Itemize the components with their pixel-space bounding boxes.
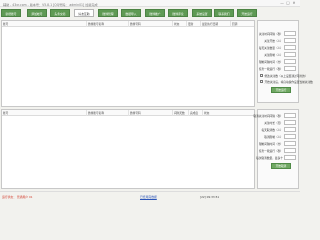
follow-start-input[interactable] bbox=[284, 38, 296, 43]
checkbox-row[interactable]: 修改关注数（以上设置通过可用的） bbox=[260, 73, 308, 78]
unfollow-limit-input[interactable] bbox=[284, 134, 296, 139]
column-header[interactable]: 账号 bbox=[3, 22, 8, 26]
checkbox-label: 修改关注数（以上设置通过可用的） bbox=[264, 74, 308, 78]
setting-row: 任务一轮运行（秒） bbox=[258, 148, 296, 153]
setting-label: 每天关注数量（人） bbox=[258, 46, 283, 50]
limit-interval-input[interactable] bbox=[284, 59, 296, 64]
setting-row: 关注时间间隔（秒） bbox=[258, 31, 296, 36]
tab-friend-help[interactable]: 好友互助 bbox=[74, 9, 94, 17]
tab-weibo-manage[interactable]: 微博管理 bbox=[98, 9, 118, 17]
follow-limit-input[interactable] bbox=[284, 52, 296, 57]
setting-row: 关注限制（人） bbox=[260, 52, 296, 57]
setting-label: 取消关注时间间隔（秒） bbox=[253, 114, 283, 118]
start-follow-button[interactable]: 开始运行 bbox=[271, 87, 291, 93]
unfollow-interval-input[interactable] bbox=[284, 113, 296, 118]
close-icon[interactable]: ✕ bbox=[292, 1, 296, 6]
tab-weibo-promote[interactable]: 微博推广 bbox=[145, 9, 165, 17]
setting-label: 关注开始（人） bbox=[264, 39, 283, 43]
setting-label: 关注限制（人） bbox=[264, 53, 283, 57]
setting-label: 关注时间间隔（秒） bbox=[258, 32, 283, 36]
column-header[interactable]: 状态 bbox=[174, 22, 179, 26]
setting-row: 关注开始（人） bbox=[260, 38, 296, 43]
table-header: 账号 微博账号名称 微博号码 间隔天数 完成度 状态 bbox=[2, 110, 254, 116]
setting-row: 任务一轮运行（秒） bbox=[258, 66, 296, 71]
follow-list-table[interactable]: 账号 微博账号名称 微博号码 状态 更新 最近执行日期 回调 bbox=[1, 20, 255, 107]
checkbox[interactable] bbox=[260, 74, 263, 77]
table-header: 账号 微博账号名称 微博号码 状态 更新 最近执行日期 回调 bbox=[2, 21, 254, 27]
status-text: 运行状态： 普通用户 01 bbox=[2, 194, 33, 199]
column-header[interactable]: 完成度 bbox=[190, 111, 198, 115]
setting-row: 取消限制（人） bbox=[260, 134, 296, 139]
status-bar: 运行状态： 普通用户 01 已经用完数据 [22] 09:33:51 bbox=[0, 191, 300, 200]
checkbox[interactable] bbox=[260, 80, 263, 83]
round-interval-input[interactable] bbox=[284, 148, 296, 153]
setting-label: 取消限制（人） bbox=[264, 135, 283, 139]
column-header[interactable]: 账号 bbox=[3, 111, 8, 115]
tab-weibo-comment[interactable]: 微博评论 bbox=[168, 9, 188, 17]
tab-start-run[interactable]: 开始运行 bbox=[237, 9, 257, 17]
setting-row: 每天取消数（人） bbox=[260, 127, 296, 132]
title-bar: 辅助 - 43xr.com - 版本号：V5.8.1 [QQ号码： admin0… bbox=[0, 0, 300, 7]
column-header[interactable]: 微博号码 bbox=[130, 111, 141, 115]
follow-interval-input[interactable] bbox=[284, 31, 296, 36]
daily-unfollow-input[interactable] bbox=[284, 127, 296, 132]
checkbox-row[interactable]: 开始关注后，将自动操作设置当前关注数 bbox=[260, 79, 313, 84]
tab-contact[interactable]: 联系我们 bbox=[214, 9, 234, 17]
unfollow-list-table[interactable]: 账号 微博账号名称 微博号码 间隔天数 完成度 状态 bbox=[1, 109, 255, 189]
setting-label: 限制间隔时间（分） bbox=[258, 142, 283, 146]
tab-system-settings[interactable]: 系统设置 bbox=[192, 9, 212, 17]
maximize-icon[interactable]: □ bbox=[286, 1, 290, 6]
unfollow-settings-panel: 取消关注时间间隔（秒） 关注时长（天） 每天取消数（人） 取消限制（人） 限制间… bbox=[253, 109, 299, 189]
tab-headline-trade[interactable]: 头条交易 bbox=[50, 9, 70, 17]
follow-days-input[interactable] bbox=[284, 120, 296, 125]
checkbox-label: 开始关注后，将自动操作设置当前关注数 bbox=[264, 80, 313, 84]
setting-label: 关注时长（天） bbox=[264, 121, 283, 125]
column-header[interactable]: 更新 bbox=[188, 22, 193, 26]
setting-row: 取消关注时间间隔（秒） bbox=[253, 113, 296, 118]
setting-row: 关注时长（天） bbox=[260, 120, 296, 125]
daily-follow-input[interactable] bbox=[284, 45, 296, 50]
follow-settings-panel: 关注时间间隔（秒） 关注开始（人） 每天关注数量（人） 关注限制（人） 限制间隔… bbox=[257, 20, 313, 103]
column-header[interactable]: 微博账号名称 bbox=[88, 22, 104, 26]
column-header[interactable]: 状态 bbox=[204, 111, 209, 115]
column-header[interactable]: 微博号码 bbox=[130, 22, 141, 26]
column-header[interactable]: 间隔天数 bbox=[174, 111, 185, 115]
status-clock: [22] 09:33:51 bbox=[200, 194, 220, 199]
tab-add-account[interactable]: 新增账号 bbox=[1, 9, 21, 17]
setting-row: 每天关注数量（人） bbox=[258, 45, 296, 50]
limit-interval-input[interactable] bbox=[284, 141, 296, 146]
setting-row: 每次取消数量，最多十 bbox=[256, 155, 296, 160]
setting-label: 任务一轮运行（秒） bbox=[258, 149, 283, 153]
setting-label: 每次取消数量，最多十 bbox=[256, 156, 283, 160]
tab-add-account-2[interactable]: 添加帐号 bbox=[27, 9, 47, 17]
status-link[interactable]: 已经用完数据 bbox=[140, 195, 157, 199]
column-header[interactable]: 微博账号名称 bbox=[88, 111, 104, 115]
column-header[interactable]: 回调 bbox=[232, 22, 237, 26]
tab-data-import[interactable]: 数据导入 bbox=[121, 9, 141, 17]
setting-row: 限制间隔时间（分） bbox=[258, 141, 296, 146]
setting-label: 限制间隔时间（分） bbox=[258, 60, 283, 64]
window-title: 辅助 - 43xr.com - 版本号：V5.8.1 [QQ号码： admin0… bbox=[3, 2, 98, 7]
batch-unfollow-input[interactable] bbox=[284, 155, 296, 160]
minimize-icon[interactable]: — bbox=[280, 1, 284, 6]
setting-label: 任务一轮运行（秒） bbox=[258, 67, 283, 71]
start-unfollow-button[interactable]: 开始取消 bbox=[271, 163, 291, 169]
column-header[interactable]: 最近执行日期 bbox=[202, 22, 218, 26]
setting-label: 每天取消数（人） bbox=[261, 128, 284, 132]
setting-row: 限制间隔时间（分） bbox=[258, 59, 296, 64]
tab-bar: 新增账号 添加帐号 头条交易 好友互助 微博管理 数据导入 微博推广 微博评论 … bbox=[0, 8, 300, 18]
round-interval-input[interactable] bbox=[284, 66, 296, 71]
